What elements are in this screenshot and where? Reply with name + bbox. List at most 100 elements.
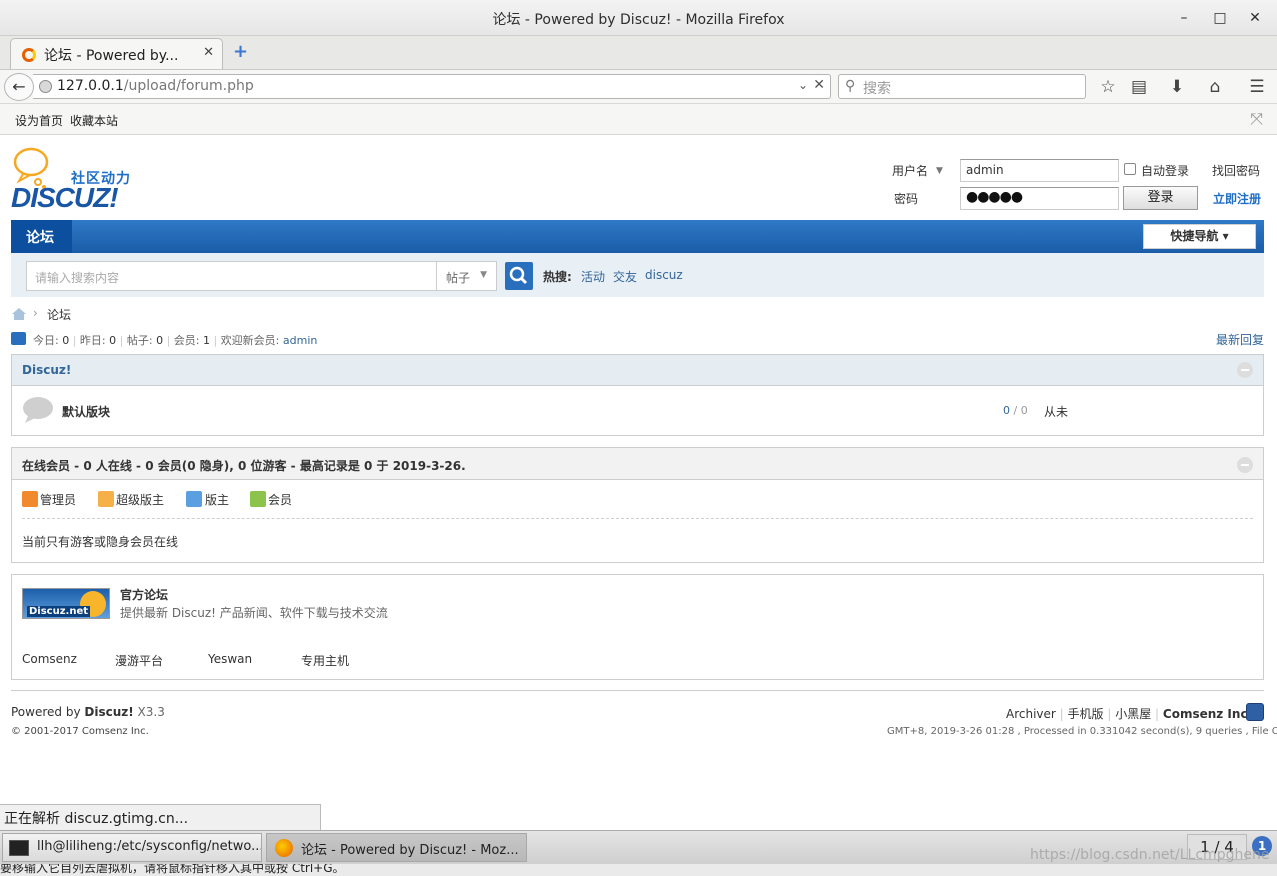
star-icon[interactable]: ☆: [1097, 76, 1119, 98]
vm-hint-text: 要移输入它自列去虐拟机，请将鼠标指针移入其中或按 Ctrl+G。: [0, 864, 345, 875]
password-input[interactable]: ●●●●●: [960, 187, 1119, 210]
home-icon[interactable]: ⌂: [1204, 76, 1226, 98]
admin-user-icon: [22, 491, 38, 507]
autologin-checkbox[interactable]: [1124, 163, 1136, 175]
friend-link[interactable]: Comsenz: [22, 652, 77, 666]
company-link[interactable]: Comsenz Inc.: [1163, 707, 1252, 721]
official-forum-desc: 提供最新 Discuz! 产品新闻、软件下载与技术交流: [120, 606, 388, 620]
forum-category-box: [11, 354, 1264, 436]
site-nav: 论坛: [11, 220, 1264, 253]
powered-brand-link[interactable]: Discuz!: [84, 705, 133, 719]
collapse-icon[interactable]: [1237, 457, 1253, 473]
breadcrumb-current: 论坛: [47, 308, 72, 322]
archiver-link[interactable]: Archiver: [1006, 707, 1056, 721]
search-bar[interactable]: ⚲ 搜索: [838, 74, 1086, 99]
home-icon[interactable]: [11, 307, 27, 324]
copyright: © 2001-2017 Comsenz Inc.: [11, 726, 149, 737]
security-shield-icon[interactable]: [1246, 703, 1264, 721]
forgot-password-link[interactable]: 找回密码: [1212, 162, 1260, 179]
taskbar-terminal-label: llh@liliheng:/etc/sysconfig/netwo...: [37, 839, 262, 854]
hot-term-link[interactable]: discuz: [645, 268, 683, 282]
tab-close-icon[interactable]: ✕: [203, 45, 214, 60]
latest-reply-link[interactable]: 最新回复: [1216, 331, 1264, 348]
collapse-icon[interactable]: ⤧: [1250, 109, 1263, 129]
taskbar-terminal[interactable]: llh@liliheng:/etc/sysconfig/netwo...: [2, 833, 262, 862]
footer-divider: [11, 690, 1264, 691]
discuz-net-banner[interactable]: Discuz.net: [22, 588, 110, 619]
search-icon: ⚲: [845, 78, 856, 94]
bookmark-add-favorite[interactable]: 收藏本站: [70, 112, 118, 129]
friend-links-box: [11, 574, 1264, 680]
legend-member: 会员: [268, 493, 293, 507]
loading-spinner-icon: [22, 48, 36, 62]
tab-title: 论坛 - Powered by...: [44, 48, 179, 64]
close-icon[interactable]: ✕: [813, 77, 825, 93]
moderator-user-icon: [186, 491, 202, 507]
divider: [22, 518, 1253, 519]
banner-text: Discuz.net: [27, 606, 91, 617]
new-tab-button[interactable]: +: [233, 41, 248, 62]
friend-link[interactable]: 漫游平台: [115, 652, 163, 669]
browser-tab[interactable]: 论坛 - Powered by... ✕: [10, 38, 223, 70]
register-link[interactable]: 立即注册: [1213, 190, 1261, 207]
search-placeholder: 搜索: [863, 81, 891, 97]
member-user-icon: [250, 491, 266, 507]
window-titlebar: 论坛 - Powered by Discuz! - Mozilla Firefo…: [0, 0, 1277, 36]
password-label: 密码: [894, 192, 919, 206]
search-icon: [509, 266, 528, 285]
taskbar-firefox-label: 论坛 - Powered by Discuz! - Moz...: [301, 843, 519, 858]
bookmarks-bar: 设为首页 收藏本站 ⤧: [0, 104, 1277, 135]
debug-info: GMT+8, 2019-3-26 01:28 , Processed in 0.…: [887, 726, 1277, 737]
mobile-link[interactable]: 手机版: [1068, 707, 1104, 721]
login-button[interactable]: 登录: [1123, 186, 1198, 210]
friend-link[interactable]: Yeswan: [208, 652, 252, 666]
chevron-down-icon[interactable]: ▼: [936, 166, 943, 176]
forum-status-icon: [22, 396, 54, 427]
caret-down-icon: ▼: [480, 270, 487, 280]
forum-stats: 今日: 0 | 昨日: 0 | 帖子: 0 | 会员: 1 | 欢迎新会员: a…: [33, 334, 318, 347]
taskbar-firefox[interactable]: 论坛 - Powered by Discuz! - Moz...: [266, 833, 527, 862]
back-button[interactable]: ←: [4, 73, 34, 101]
vm-hint-bar: 要移输入它自列去虐拟机，请将鼠标指针移入其中或按 Ctrl+G。: [0, 864, 1277, 876]
footer-links: Archiver | 手机版 | 小黑屋 | Comsenz Inc.: [1006, 707, 1253, 721]
friend-link[interactable]: 专用主机: [301, 652, 349, 669]
category-title[interactable]: Discuz!: [22, 363, 71, 377]
download-icon[interactable]: ⬇: [1166, 76, 1188, 98]
forum-counts: 0 / 0: [1003, 404, 1028, 417]
breadcrumb-separator: ›: [33, 306, 38, 320]
official-forum-link[interactable]: 官方论坛: [120, 586, 168, 603]
firefox-icon: [275, 839, 293, 857]
blackroom-link[interactable]: 小黑屋: [1115, 707, 1151, 721]
collapse-icon[interactable]: [1237, 362, 1253, 378]
minimize-button[interactable]: –: [1174, 8, 1194, 28]
search-button[interactable]: [505, 262, 533, 290]
url-text: 127.0.0.1/upload/forum.php: [57, 78, 254, 94]
caret-down-icon: ▾: [1222, 229, 1229, 243]
username-label: 用户名: [892, 164, 929, 178]
search-type-select[interactable]: 帖子 ▼: [436, 261, 497, 291]
username-input[interactable]: admin: [960, 159, 1119, 182]
stats-chart-icon: [11, 332, 26, 345]
hot-term-link[interactable]: 交友: [613, 268, 637, 285]
new-member-link[interactable]: admin: [283, 334, 317, 347]
forum-name-link[interactable]: 默认版块: [62, 403, 110, 420]
status-text: 正在解析 discuz.gtimg.cn...: [0, 804, 321, 830]
hot-term-link[interactable]: 活动: [581, 268, 605, 285]
online-title[interactable]: 在线会员 - 0 人在线 - 0 会员(0 隐身), 0 位游客 - 最高记录是…: [22, 457, 466, 474]
nav-forum[interactable]: 论坛: [11, 220, 72, 253]
chevron-down-icon[interactable]: ⌄: [798, 78, 808, 92]
bookmark-set-homepage[interactable]: 设为首页: [15, 112, 63, 129]
super-moderator-user-icon: [98, 491, 114, 507]
logo-text: DISCUZ!: [11, 182, 119, 213]
forum-search-input[interactable]: 请输入搜索内容: [26, 261, 437, 291]
hot-search-label: 热搜:: [543, 270, 572, 284]
maximize-button[interactable]: □: [1210, 8, 1230, 28]
close-window-button[interactable]: ✕: [1245, 8, 1265, 28]
site-identity-icon[interactable]: [39, 80, 52, 93]
nav-forum-label: 论坛: [26, 230, 54, 246]
menu-icon[interactable]: ☰: [1246, 76, 1268, 98]
autologin-label[interactable]: 自动登录: [1141, 162, 1189, 179]
quick-nav-button[interactable]: 快捷导航 ▾: [1143, 224, 1256, 249]
reading-list-icon[interactable]: ▤: [1128, 76, 1150, 98]
url-bar[interactable]: 127.0.0.1/upload/forum.php ⌄ ✕: [33, 74, 831, 99]
